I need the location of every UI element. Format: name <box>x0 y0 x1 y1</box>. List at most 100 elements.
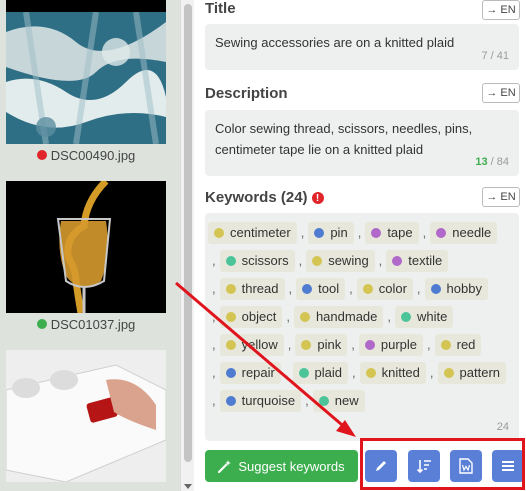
keyword-chip[interactable]: red <box>434 334 482 356</box>
keyword-color-dot-icon <box>225 284 236 294</box>
description-text: Color sewing thread, scissors, needles, … <box>215 121 473 157</box>
title-counter: 7 / 41 <box>481 50 509 62</box>
keyword-color-dot-icon <box>225 312 236 322</box>
keyword-chip[interactable]: white <box>395 306 454 328</box>
scrollbar-thumb[interactable] <box>184 4 192 462</box>
keyword-chip[interactable]: pin <box>308 222 354 244</box>
keyword-chip[interactable]: sewing <box>306 250 375 272</box>
thumbnail-item[interactable]: DSC01037.jpg <box>6 181 166 335</box>
keyword-label: red <box>456 337 476 352</box>
keywords-heading-label: Keywords (24) <box>205 189 308 206</box>
keyword-item: , turquoise <box>208 390 302 412</box>
keyword-chip[interactable]: pattern <box>437 362 507 384</box>
keyword-chip[interactable]: scissors <box>219 250 295 272</box>
keyword-separator: , <box>212 337 216 352</box>
keyword-chip[interactable]: repair <box>219 362 281 384</box>
keyword-item: , yellow <box>208 334 284 356</box>
keyword-label: centimeter <box>230 225 291 240</box>
keyword-item: , pin <box>297 222 354 244</box>
sort-button[interactable] <box>408 450 440 482</box>
keyword-label: scissors <box>241 253 289 268</box>
keyword-label: sewing <box>328 253 369 268</box>
magic-wand-icon <box>218 460 232 473</box>
description-counter-total: / 84 <box>487 156 509 168</box>
title-field[interactable]: Sewing accessories are on a knitted plai… <box>205 24 519 70</box>
keyword-chip[interactable]: pink <box>295 334 348 356</box>
keyword-color-dot-icon <box>302 284 313 294</box>
keyword-separator: , <box>212 253 216 268</box>
keyword-chip[interactable]: tape <box>365 222 419 244</box>
thumbnail-item[interactable] <box>6 0 166 12</box>
warning-icon: ! <box>311 192 324 205</box>
keyword-color-dot-icon <box>392 256 403 266</box>
keyword-chip[interactable]: new <box>312 390 365 412</box>
keyword-color-dot-icon <box>362 284 373 294</box>
keyword-chip[interactable]: thread <box>219 278 285 300</box>
export-word-button[interactable] <box>450 450 482 482</box>
keyword-color-dot-icon <box>318 396 329 406</box>
keyword-color-dot-icon <box>436 228 447 238</box>
menu-button[interactable] <box>492 450 524 482</box>
keyword-chip[interactable]: turquoise <box>219 390 302 412</box>
thumbnail-item[interactable] <box>6 350 166 482</box>
keyword-item: , pattern <box>426 362 507 384</box>
keyword-label: white <box>417 309 448 324</box>
edit-button[interactable] <box>365 450 397 482</box>
thumbnail-image <box>6 181 166 313</box>
keyword-item: , pink <box>284 334 348 356</box>
keyword-chip[interactable]: hobby <box>424 278 488 300</box>
description-heading: Description <box>205 85 288 102</box>
keyword-item: , sewing <box>295 250 375 272</box>
description-counter: 13 / 84 <box>475 152 509 173</box>
keyword-separator: , <box>351 365 356 380</box>
keyword-chip[interactable]: needle <box>430 222 498 244</box>
thumbnail-item[interactable]: DSC00490.jpg <box>6 12 166 166</box>
action-bar: Suggest keywords <box>205 450 524 484</box>
keyword-chip[interactable]: tool <box>296 278 346 300</box>
keyword-chip[interactable]: plaid <box>292 362 348 384</box>
keyword-color-dot-icon <box>430 284 441 294</box>
thumbnail-scrollbar[interactable] <box>180 0 194 491</box>
keyword-separator: , <box>378 253 383 268</box>
keyword-color-dot-icon <box>225 396 236 406</box>
keyword-label: turquoise <box>241 393 296 408</box>
keyword-chip[interactable]: purple <box>358 334 423 356</box>
keywords-heading: Keywords (24)! <box>205 189 324 206</box>
keyword-chip[interactable]: knitted <box>359 362 426 384</box>
keyword-color-dot-icon <box>299 312 310 322</box>
keyword-item: , white <box>383 306 454 328</box>
thumbnail-image <box>6 0 166 12</box>
keyword-color-dot-icon <box>225 256 236 266</box>
keyword-chip[interactable]: object <box>219 306 283 328</box>
keyword-chip[interactable]: textile <box>386 250 449 272</box>
keyword-chip[interactable]: handmade <box>293 306 384 328</box>
keyword-chip[interactable]: centimeter <box>208 222 297 244</box>
keyword-item: , hobby <box>413 278 488 300</box>
keyword-label: pattern <box>459 365 501 380</box>
keyword-chip[interactable]: color <box>356 278 413 300</box>
keyword-color-dot-icon <box>364 340 375 350</box>
keyword-item: , purple <box>347 334 423 356</box>
description-field[interactable]: Color sewing thread, scissors, needles, … <box>205 110 519 176</box>
metadata-panel: Title → EN Sewing accessories are on a k… <box>194 0 526 491</box>
keyword-label: thread <box>241 281 279 296</box>
keyword-label: needle <box>452 225 492 240</box>
keyword-color-dot-icon <box>225 368 236 378</box>
keyword-label: textile <box>408 253 443 268</box>
thumbnail-image <box>6 350 166 482</box>
scroll-down-icon[interactable] <box>184 484 192 489</box>
status-dot-icon <box>36 319 47 329</box>
keyword-item: , needle <box>419 222 498 244</box>
keyword-chip[interactable]: yellow <box>219 334 284 356</box>
keyword-item: , textile <box>375 250 449 272</box>
keyword-label: tape <box>387 225 413 240</box>
keyword-color-dot-icon <box>443 368 454 378</box>
keyword-separator: , <box>349 281 353 296</box>
keyword-item: , tape <box>354 222 419 244</box>
title-translate-button[interactable]: → EN <box>482 0 520 20</box>
keyword-separator: , <box>357 225 362 240</box>
keyword-item: centimeter <box>208 222 297 244</box>
keywords-translate-button[interactable]: → EN <box>482 187 520 207</box>
suggest-keywords-button[interactable]: Suggest keywords <box>205 450 358 482</box>
description-translate-button[interactable]: → EN <box>482 83 520 103</box>
